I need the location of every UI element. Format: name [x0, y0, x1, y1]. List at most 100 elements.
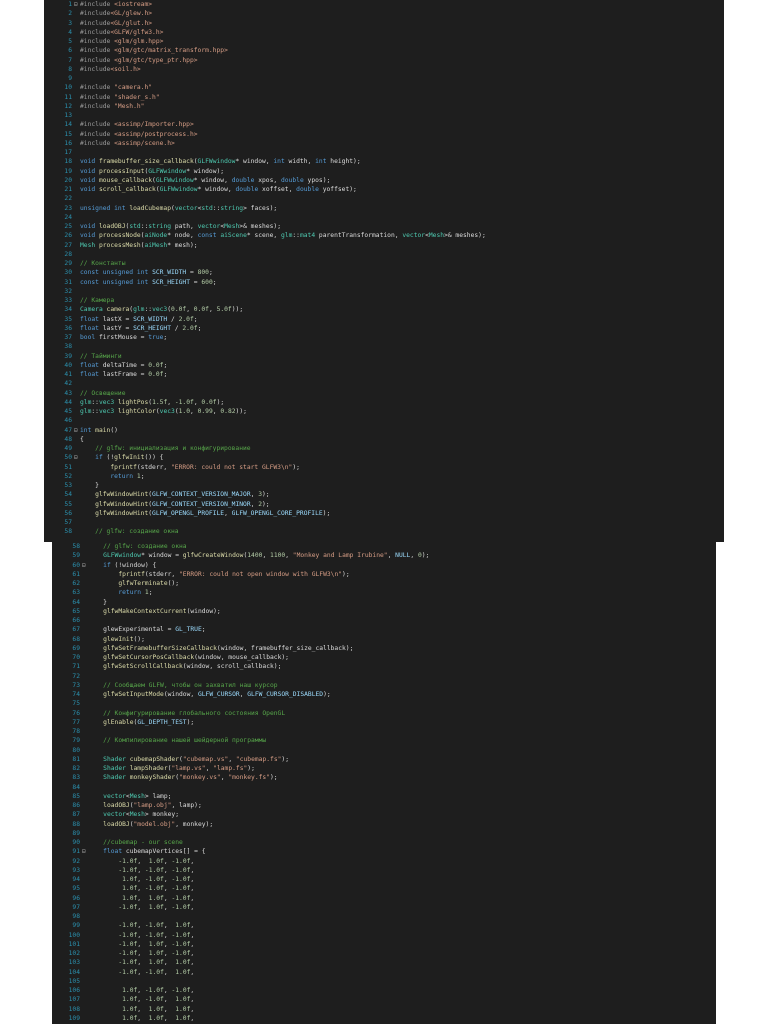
code-line[interactable]: 107 1.0f, -1.0f, 1.0f, — [69, 995, 716, 1004]
code-line[interactable]: 24 — [64, 213, 724, 222]
code-line[interactable]: 38 — [64, 342, 724, 351]
code-line[interactable]: 15 #include <assimp/postprocess.h> — [64, 130, 724, 139]
code-line[interactable]: 41 float lastFrame = 0.0f; — [64, 370, 724, 379]
code-line[interactable]: 54 glfwWindowHint(GLFW_CONTEXT_VERSION_M… — [64, 490, 724, 499]
code-line[interactable]: 25 void loadOBJ(std::string path, vector<… — [64, 222, 724, 231]
code-line[interactable]: 76 // Конфигурирование глобального состо… — [72, 709, 716, 718]
code-line[interactable]: 3 #include<GL/glut.h> — [68, 19, 724, 28]
code-line[interactable]: 49 // glfw: инициализация и конфигуриров… — [64, 444, 724, 453]
code-line[interactable]: 29 // Константы — [64, 259, 724, 268]
code-line[interactable]: 102 -1.0f, 1.0f, -1.0f, — [69, 949, 716, 958]
code-line[interactable]: 67 glewExperimental = GL_TRUE; — [72, 625, 716, 634]
code-line[interactable]: 75 — [72, 699, 716, 708]
code-line[interactable]: 44 glm::vec3 lightPos(1.5f, -1.0f, 0.0f); — [64, 398, 724, 407]
code-line[interactable]: 94 1.0f, -1.0f, -1.0f, — [72, 875, 716, 884]
code-line[interactable]: 84 — [72, 783, 716, 792]
code-line[interactable]: 34 Camera camera(glm::vec3(0.0f, 0.0f, 5.… — [64, 305, 724, 314]
code-line[interactable]: 2 #include<GL/glew.h> — [68, 9, 724, 18]
code-line[interactable]: 78 — [72, 727, 716, 736]
code-line[interactable]: 45 glm::vec3 lightColor(vec3(1.0, 0.99, 0… — [64, 407, 724, 416]
code-line[interactable]: 62 glfwTerminate(); — [72, 579, 716, 588]
code-area[interactable]: 1 ⊟ #include <iostream> 2 #include<GL/glew.h… — [64, 0, 724, 542]
code-line[interactable]: 36 float lastY = SCR_HEIGHT / 2.0f; — [64, 324, 724, 333]
code-line[interactable]: 30 const unsigned int SCR_WIDTH = 800; — [64, 268, 724, 277]
code-line[interactable]: 26 void processNode(aiNode* node, const a… — [64, 231, 724, 240]
code-line[interactable]: 61 fprintf(stderr, "ERROR: could not ope… — [72, 570, 716, 579]
code-line[interactable]: 55 glfwWindowHint(GLFW_CONTEXT_VERSION_M… — [64, 500, 724, 509]
code-line[interactable]: 21 void scroll_callback(GLFWwindow* windo… — [64, 185, 724, 194]
code-line[interactable]: 89 — [72, 829, 716, 838]
code-line[interactable]: 70 glfwSetCursorPosCallback(window, mous… — [72, 653, 716, 662]
code-line[interactable]: 10 #include "camera.h" — [64, 83, 724, 92]
code-line[interactable]: 57 — [64, 518, 724, 527]
code-line[interactable]: 59 GLFWwindow* window = glfwCreateWindow… — [72, 551, 716, 560]
code-line[interactable]: 42 — [64, 379, 724, 388]
code-line[interactable]: 63 return 1; — [72, 588, 716, 597]
code-line[interactable]: 9 — [68, 74, 724, 83]
code-line[interactable]: 6 #include <glm/gtc/matrix_transform.hpp> — [68, 46, 724, 55]
code-line[interactable]: 99 -1.0f, -1.0f, 1.0f, — [72, 921, 716, 930]
code-line[interactable]: 95 1.0f, -1.0f, -1.0f, — [72, 884, 716, 893]
code-line[interactable]: 66 — [72, 616, 716, 625]
code-line[interactable]: 71 glfwSetScrollCallback(window, scroll_… — [72, 662, 716, 671]
code-line[interactable]: 88 loadOBJ("model.obj", monkey); — [72, 820, 716, 829]
code-line[interactable]: 8 #include<soil.h> — [68, 65, 724, 74]
code-line[interactable]: 65 glfwMakeContextCurrent(window); — [72, 607, 716, 616]
code-line[interactable]: 96 1.0f, 1.0f, -1.0f, — [72, 894, 716, 903]
code-line[interactable]: 103 -1.0f, 1.0f, 1.0f, — [69, 958, 716, 967]
code-line[interactable]: 39 // Тайминги — [64, 352, 724, 361]
code-line[interactable]: 97 -1.0f, 1.0f, -1.0f, — [72, 903, 716, 912]
code-line[interactable]: 22 — [64, 194, 724, 203]
code-line[interactable]: 27 Mesh processMesh(aiMesh* mesh); — [64, 241, 724, 250]
code-line[interactable]: 48 { — [64, 435, 724, 444]
code-line[interactable]: 1 ⊟ #include <iostream> — [68, 0, 724, 9]
code-line[interactable]: 47 ⊟ int main() — [64, 426, 724, 435]
code-line[interactable]: 105 — [69, 977, 716, 986]
code-line[interactable]: 73 // Сообщаем GLFW, чтобы он захватил н… — [72, 681, 716, 690]
code-line[interactable]: 85 vector<Mesh> lamp; — [72, 792, 716, 801]
code-line[interactable]: 19 void processInput(GLFWwindow* window); — [64, 167, 724, 176]
code-line[interactable]: 32 — [64, 287, 724, 296]
code-line[interactable]: 14 #include <assimp/Importer.hpp> — [64, 120, 724, 129]
code-line[interactable]: 4 #include<GLFW/glfw3.h> — [68, 28, 724, 37]
code-line[interactable]: 68 glewInit(); — [72, 635, 716, 644]
code-line[interactable]: 23 unsigned int loadCubemap(vector<std::s… — [64, 204, 724, 213]
code-line[interactable]: 58 // glfw: создание окна — [72, 542, 716, 551]
code-line[interactable]: 100 -1.0f, -1.0f, -1.0f, — [69, 931, 716, 940]
code-line[interactable]: 53 } — [64, 481, 724, 490]
code-line[interactable]: 86 loadOBJ("lamp.obj", lamp); — [72, 801, 716, 810]
code-line[interactable]: 35 float lastX = SCR_WIDTH / 2.0f; — [64, 315, 724, 324]
code-line[interactable]: 7 #include <glm/gtc/type_ptr.hpp> — [68, 56, 724, 65]
code-line[interactable]: 18 void framebuffer_size_callback(GLFWwin… — [64, 157, 724, 166]
code-line[interactable]: 109 1.0f, 1.0f, 1.0f, — [69, 1014, 716, 1023]
code-line[interactable]: 5 #include <glm/glm.hpp> — [68, 37, 724, 46]
code-line[interactable]: 106 1.0f, -1.0f, -1.0f, — [69, 986, 716, 995]
code-line[interactable]: 28 — [64, 250, 724, 259]
code-line[interactable]: 108 1.0f, 1.0f, 1.0f, — [69, 1005, 716, 1014]
code-line[interactable]: 40 float deltaTime = 0.0f; — [64, 361, 724, 370]
code-line[interactable]: 90 //cubemap - our scene — [72, 838, 716, 847]
code-line[interactable]: 82 Shader lampShader("lamp.vs", "lamp.fs… — [72, 764, 716, 773]
code-line[interactable]: 46 — [64, 416, 724, 425]
code-line[interactable]: 79 // Компилирование нашей шейдерной про… — [72, 736, 716, 745]
code-line[interactable]: 81 Shader cubemapShader("cubemap.vs", "c… — [72, 755, 716, 764]
code-line[interactable]: 58 // glfw: создание окна — [64, 527, 724, 536]
code-line[interactable]: 80 — [72, 746, 716, 755]
code-line[interactable]: 69 glfwSetFramebufferSizeCallback(window… — [72, 644, 716, 653]
code-line[interactable]: 93 -1.0f, -1.0f, -1.0f, — [72, 866, 716, 875]
code-line[interactable]: 104 -1.0f, -1.0f, 1.0f, — [69, 968, 716, 977]
code-line[interactable]: 50 ⊟ if (!glfwInit()) { — [64, 453, 724, 462]
code-line[interactable]: 101 -1.0f, 1.0f, -1.0f, — [69, 940, 716, 949]
code-line[interactable]: 20 void mouse_callback(GLFWwindow* window… — [64, 176, 724, 185]
code-line[interactable]: 87 vector<Mesh> monkey; — [72, 810, 716, 819]
code-line[interactable]: 13 — [64, 111, 724, 120]
code-line[interactable]: 72 — [72, 672, 716, 681]
code-line[interactable]: 37 bool firstMouse = true; — [64, 333, 724, 342]
code-line[interactable]: 64 } — [72, 598, 716, 607]
code-line[interactable]: 92 -1.0f, 1.0f, -1.0f, — [72, 857, 716, 866]
code-line[interactable]: 56 glfwWindowHint(GLFW_OPENGL_PROFILE, G… — [64, 509, 724, 518]
code-line[interactable]: 77 glEnable(GL_DEPTH_TEST); — [72, 718, 716, 727]
code-line[interactable]: 52 return 1; — [64, 472, 724, 481]
code-area[interactable]: 58 // glfw: создание окна 59 GLFWwindow* … — [69, 542, 716, 1024]
code-line[interactable]: 98 — [72, 912, 716, 921]
